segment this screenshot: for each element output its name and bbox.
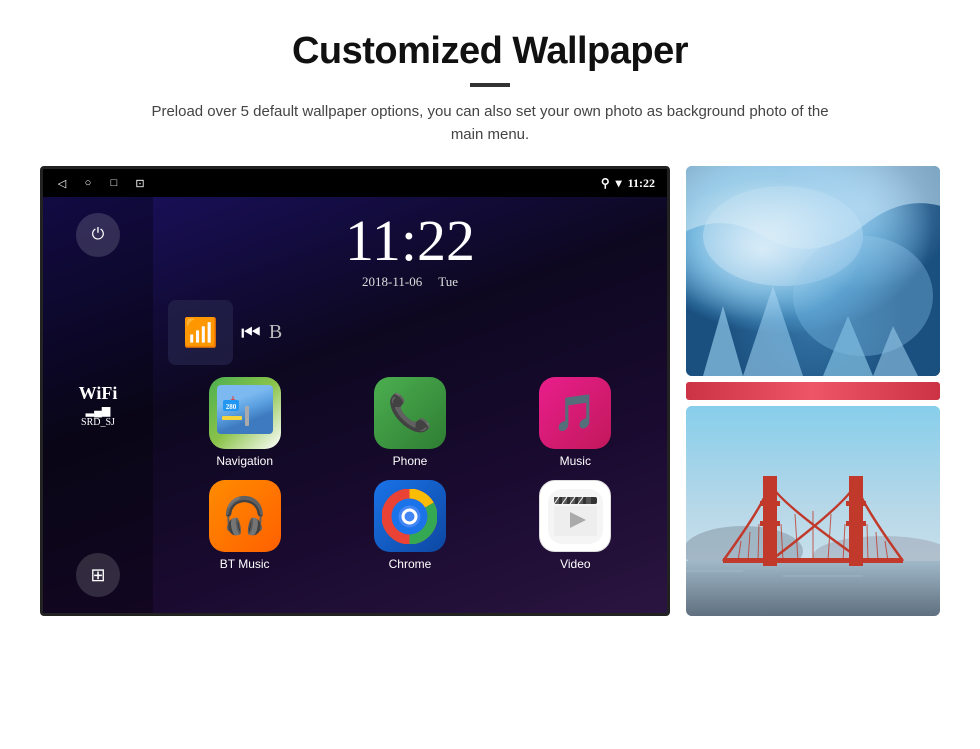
clock-date-value: 2018-11-06 bbox=[362, 274, 422, 289]
screen-main: 11:22 2018-11-06 Tue 📶 ⏮ B bbox=[153, 197, 667, 613]
nav-overlay: 280 bbox=[209, 377, 281, 449]
media-widget[interactable]: 📶 bbox=[168, 300, 233, 365]
home-nav-icon[interactable]: ○ bbox=[81, 176, 95, 190]
screen-body: ⏻ WiFi ▂▄▆ SRD_SJ ⊞ 11:22 bbox=[43, 197, 667, 613]
recents-nav-icon[interactable]: □ bbox=[107, 176, 121, 190]
clock-day-value: Tue bbox=[438, 274, 458, 289]
phone-label: Phone bbox=[393, 454, 428, 468]
android-screen: ◁ ○ □ ⊡ ⚲ ▾ 11:22 ⏻ bbox=[40, 166, 670, 616]
video-label: Video bbox=[560, 557, 590, 571]
status-time: 11:22 bbox=[628, 176, 655, 191]
wifi-label: WiFi bbox=[79, 383, 118, 404]
location-icon: ⚲ bbox=[601, 176, 610, 191]
ice-shapes-overlay bbox=[686, 166, 940, 376]
wallpaper-ice-thumb[interactable] bbox=[686, 166, 940, 376]
next-track-button[interactable]: B bbox=[269, 321, 282, 344]
music-icon: 🎵 bbox=[539, 377, 611, 449]
wifi-info: WiFi ▂▄▆ SRD_SJ bbox=[79, 383, 118, 428]
page-container: Customized Wallpaper Preload over 5 defa… bbox=[0, 0, 980, 636]
clock-area: 11:22 2018-11-06 Tue bbox=[163, 207, 657, 290]
left-sidebar: ⏻ WiFi ▂▄▆ SRD_SJ ⊞ bbox=[43, 197, 153, 613]
app-chrome[interactable]: Chrome bbox=[333, 480, 486, 571]
content-area: ◁ ○ □ ⊡ ⚲ ▾ 11:22 ⏻ bbox=[40, 166, 940, 616]
navigation-label: Navigation bbox=[216, 454, 273, 468]
apps-grid-icon: ⊞ bbox=[90, 565, 105, 586]
phone-icon: 📞 bbox=[374, 377, 446, 449]
chrome-icon-svg bbox=[382, 489, 437, 544]
power-button[interactable]: ⏻ bbox=[76, 213, 120, 257]
wallpaper-middle-strip bbox=[686, 382, 940, 400]
status-bar-left: ◁ ○ □ ⊡ bbox=[55, 176, 147, 190]
clock-time: 11:22 bbox=[163, 212, 657, 270]
apps-grid-button[interactable]: ⊞ bbox=[76, 553, 120, 597]
bridge-svg bbox=[686, 406, 940, 616]
wallpaper-bridge-image bbox=[686, 406, 940, 616]
nav-map-svg: 280 bbox=[217, 386, 272, 441]
music-label: Music bbox=[560, 454, 591, 468]
wallpaper-ice-image bbox=[686, 166, 940, 376]
status-bar: ◁ ○ □ ⊡ ⚲ ▾ 11:22 bbox=[43, 169, 667, 197]
widget-row: 📶 ⏮ B bbox=[163, 300, 657, 365]
chrome-label: Chrome bbox=[389, 557, 432, 571]
wifi-status-icon: ▾ bbox=[616, 176, 622, 191]
app-navigation[interactable]: 280 Navigation bbox=[168, 377, 321, 468]
chrome-icon bbox=[374, 480, 446, 552]
back-nav-icon[interactable]: ◁ bbox=[55, 176, 69, 190]
app-grid: 280 Navigation 📞 Phone bbox=[163, 373, 657, 575]
video-icon-svg bbox=[548, 489, 603, 544]
prev-track-button[interactable]: ⏮ bbox=[241, 320, 261, 346]
app-phone[interactable]: 📞 Phone bbox=[333, 377, 486, 468]
status-bar-right: ⚲ ▾ 11:22 bbox=[601, 176, 655, 191]
wifi-name: SRD_SJ bbox=[79, 417, 118, 428]
app-video[interactable]: Video bbox=[499, 480, 652, 571]
wifi-signal-icon: 📶 bbox=[183, 316, 218, 350]
page-subtitle: Preload over 5 default wallpaper options… bbox=[140, 101, 840, 146]
wallpaper-bridge-thumb[interactable] bbox=[686, 406, 940, 616]
wifi-bars: ▂▄▆ bbox=[79, 404, 118, 417]
app-bt-music[interactable]: 🎧 BT Music bbox=[168, 480, 321, 571]
power-icon: ⏻ bbox=[92, 226, 105, 244]
video-icon bbox=[539, 480, 611, 552]
app-music[interactable]: 🎵 Music bbox=[499, 377, 652, 468]
bt-music-label: BT Music bbox=[220, 557, 270, 571]
screenshot-nav-icon[interactable]: ⊡ bbox=[133, 176, 147, 190]
navigation-icon: 280 bbox=[209, 377, 281, 449]
clock-date: 2018-11-06 Tue bbox=[163, 274, 657, 290]
header-section: Customized Wallpaper Preload over 5 defa… bbox=[40, 30, 940, 146]
wallpaper-previews bbox=[686, 166, 940, 616]
title-divider bbox=[470, 83, 510, 87]
page-title: Customized Wallpaper bbox=[40, 30, 940, 73]
bt-music-icon: 🎧 bbox=[209, 480, 281, 552]
svg-text:280: 280 bbox=[226, 403, 237, 411]
